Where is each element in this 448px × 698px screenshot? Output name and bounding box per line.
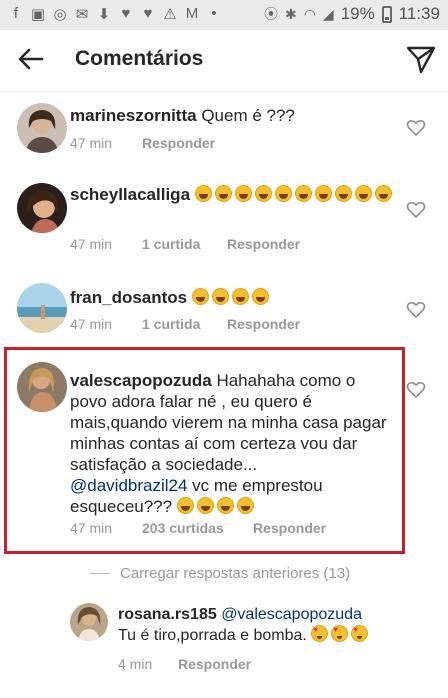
avatar[interactable]	[17, 103, 67, 153]
avatar[interactable]	[17, 362, 67, 412]
laughing-emoji-icon	[354, 185, 372, 202]
back-arrow-icon[interactable]	[14, 42, 48, 76]
divider-line	[90, 573, 110, 574]
laughing-emoji-icon	[236, 497, 254, 514]
battery-icon	[381, 5, 392, 23]
laughing-emoji-icon	[314, 185, 332, 202]
load-more-label[interactable]: Carregar respostas anteriores (13)	[120, 565, 350, 582]
comment-meta: 47 min 1 curtida Responder	[70, 316, 300, 332]
location-icon: ⦿	[263, 6, 278, 22]
emoji-group	[311, 625, 371, 644]
comment-time: 47 min	[70, 135, 113, 151]
comment-time: 47 min	[70, 236, 113, 252]
likes-count[interactable]: 203 curtidas	[142, 520, 253, 536]
facebook-icon: f	[13, 5, 19, 22]
page-title: Comentários	[75, 47, 204, 70]
comment-username[interactable]: scheyllacalliga	[70, 185, 190, 204]
reply-time: 4 min	[118, 656, 153, 672]
comment-meta: 47 min 1 curtida Responder	[70, 236, 300, 252]
like-heart-icon[interactable]	[406, 118, 426, 138]
avatar[interactable]	[70, 603, 108, 641]
comment-username[interactable]: valescapopozuda	[70, 371, 212, 390]
twitter-icon: ♥	[121, 5, 131, 22]
reply-button[interactable]: Responder	[227, 316, 300, 332]
comment-text: fran_dosantos	[70, 287, 395, 308]
comment-time: 47 min	[70, 520, 113, 536]
gmail-icon: M	[185, 5, 199, 22]
laughing-emoji-icon	[274, 185, 292, 202]
comment-username[interactable]: fran_dosantos	[70, 288, 187, 307]
laughing-emoji-icon	[234, 185, 252, 202]
system-icons: ⦿ ✱ ◠ ◢ 19% 11:39	[264, 4, 440, 24]
laughing-emoji-icon	[231, 288, 249, 305]
reply-mention[interactable]: @valescapopozuda	[221, 606, 362, 623]
direct-send-icon[interactable]	[404, 42, 438, 76]
like-heart-icon[interactable]	[406, 300, 426, 320]
likes-count[interactable]: 1 curtida	[142, 316, 227, 332]
comment-meta: 47 min Responder	[70, 135, 215, 151]
laughing-emoji-icon	[214, 185, 232, 202]
laughing-emoji-icon	[191, 288, 209, 305]
heart-eyes-emoji-icon	[331, 625, 349, 642]
like-heart-icon[interactable]	[406, 200, 426, 220]
reply-text: rosana.rs185 @valescapopozuda Tu é tiro,…	[118, 604, 408, 646]
comment-text: valescapopozuda Hahahaha como o povo ado…	[70, 370, 395, 517]
heart-eyes-emoji-icon	[351, 625, 369, 642]
reply-button[interactable]: Responder	[178, 656, 251, 672]
battery-percent: 19%	[340, 4, 375, 23]
reply-message: Tu é tiro,porrada e bomba.	[118, 627, 307, 644]
laughing-emoji-icon	[196, 497, 214, 514]
avatar[interactable]	[17, 183, 67, 233]
signal-icon: ◢	[322, 5, 334, 22]
reply-button[interactable]: Responder	[253, 520, 326, 536]
comment-text: marineszornitta Quem é ???	[70, 105, 395, 126]
comment-text: scheyllacalliga	[70, 184, 395, 205]
emoji-group	[191, 288, 272, 307]
more-dots-icon: •	[211, 5, 217, 22]
laughing-emoji-icon	[194, 185, 212, 202]
download-icon: ⬇	[97, 6, 111, 23]
comment-username[interactable]: marineszornitta	[70, 106, 197, 125]
mail-icon: ✉	[75, 6, 89, 23]
laughing-emoji-icon	[176, 497, 194, 514]
emoji-group	[194, 185, 395, 204]
comment-time: 47 min	[70, 316, 113, 332]
like-heart-icon[interactable]	[406, 380, 426, 400]
wifi-icon: ◠	[303, 5, 316, 22]
laughing-emoji-icon	[211, 288, 229, 305]
twitter-icon-2: ♥	[143, 5, 153, 22]
laughing-emoji-icon	[374, 185, 392, 202]
emoji-group	[176, 497, 257, 516]
status-bar: f ▣ ◎ ✉ ⬇ ♥ ♥ ⚠ M • ⦿ ✱ ◠ ◢ 19% 11:39	[0, 0, 448, 30]
laughing-emoji-icon	[216, 497, 234, 514]
reply-button[interactable]: Responder	[142, 135, 215, 151]
avatar[interactable]	[17, 283, 67, 333]
bluetooth-icon: ✱	[284, 5, 297, 22]
likes-count[interactable]: 1 curtida	[142, 236, 227, 252]
laughing-emoji-icon	[254, 185, 272, 202]
laughing-emoji-icon	[294, 185, 312, 202]
instagram-icon: ◎	[53, 6, 67, 23]
reply-meta: 4 min Responder	[118, 656, 251, 672]
load-more-replies[interactable]: Carregar respostas anteriores (13)	[90, 565, 350, 582]
heart-eyes-emoji-icon	[311, 625, 329, 642]
app-bar: Comentários	[0, 30, 448, 92]
reply-username[interactable]: rosana.rs185	[118, 606, 217, 623]
warning-icon: ⚠	[163, 6, 177, 23]
image-icon: ▣	[30, 6, 46, 23]
comment-mention[interactable]: @davidbrazil24	[70, 476, 187, 495]
laughing-emoji-icon	[334, 185, 352, 202]
reply-button[interactable]: Responder	[227, 236, 300, 252]
notification-icons: f ▣ ◎ ✉ ⬇ ♥ ♥ ⚠ M •	[8, 5, 222, 23]
comment-message: Quem é ???	[196, 106, 295, 125]
laughing-emoji-icon	[251, 288, 269, 305]
clock: 11:39	[398, 4, 440, 23]
comment-meta: 47 min 203 curtidas Responder	[70, 520, 326, 536]
